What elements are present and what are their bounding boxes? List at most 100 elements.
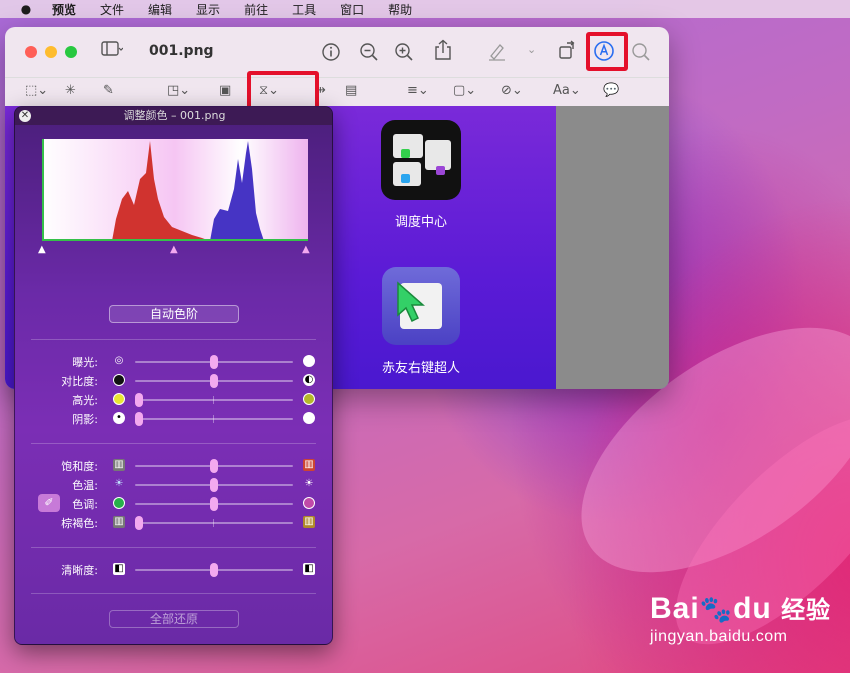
zoom-in-icon[interactable] [394, 42, 414, 66]
mission-control-icon[interactable] [381, 120, 461, 200]
line-style-icon[interactable]: ≡⌄ [407, 83, 429, 98]
reset-all-button[interactable]: 全部还原 [109, 610, 239, 628]
slider-thumb[interactable] [210, 355, 218, 369]
slider-center-tick [213, 519, 214, 527]
eyedropper-icon[interactable]: ✐ [38, 494, 60, 512]
page-layout-icon[interactable]: ▤ [345, 83, 357, 98]
text-style-button[interactable]: Aa⌄ [553, 83, 581, 98]
highlight-icon[interactable] [487, 41, 507, 65]
magic-select-icon[interactable]: ✳ [65, 83, 76, 98]
slider-thumb[interactable] [210, 374, 218, 388]
highlights-max-icon [303, 393, 315, 405]
histogram [42, 139, 308, 241]
slider-label: 色调: [72, 498, 98, 511]
share-icon[interactable] [433, 39, 453, 65]
divider [31, 339, 316, 340]
tint-slider[interactable] [135, 497, 293, 511]
shadows-max-icon [303, 412, 315, 424]
watermark-brand: Bai [650, 592, 700, 625]
text-icon[interactable]: ▣ [219, 83, 231, 98]
slider-label: 饱和度: [61, 460, 98, 473]
zoom-button[interactable] [65, 46, 77, 58]
zoom-out-icon[interactable] [359, 42, 379, 66]
sharpness-max-icon: ◧ [303, 563, 315, 575]
slider-row-tint: 色调: [15, 495, 332, 513]
app-label: 赤友右键超人 [381, 361, 460, 376]
gamma-handle[interactable]: ▲ [170, 244, 178, 255]
slider-thumb[interactable] [135, 516, 143, 530]
auto-levels-button[interactable]: 自动色阶 [109, 305, 239, 323]
contrast-min-icon [113, 374, 125, 386]
adjust-color-panel: 调整颜色 – 001.png ✕ ▲ ▲ ▲ 自动色阶 曝光: ◎ 对比度: ◐ 高光:… [14, 106, 333, 645]
menu-help[interactable]: 帮助 [388, 1, 412, 18]
menu-view[interactable]: 显示 [196, 1, 220, 18]
sepia-min-icon: ▥ [113, 516, 125, 528]
slider-thumb[interactable] [210, 459, 218, 473]
slider-row-sharpness: 清晰度: ◧ ◧ [15, 561, 332, 579]
shadows-min-icon: • [113, 412, 125, 424]
slider-row-shadows: 阴影: • [15, 410, 332, 428]
exposure-max-icon [303, 355, 315, 367]
highlights-slider[interactable] [135, 393, 293, 407]
slider-thumb[interactable] [210, 478, 218, 492]
white-point-handle[interactable]: ▲ [302, 244, 310, 255]
divider [31, 593, 316, 594]
minimize-button[interactable] [45, 46, 57, 58]
menu-go[interactable]: 前往 [244, 1, 268, 18]
divider [31, 547, 316, 548]
slider-label: 高光: [72, 394, 98, 407]
window-title: 001.png [149, 43, 214, 59]
menu-edit[interactable]: 编辑 [148, 1, 172, 18]
selection-icon[interactable]: ⬚⌄ [25, 83, 48, 98]
slider-label: 对比度: [61, 375, 98, 388]
slider-label: 色温: [72, 479, 98, 492]
chevron-down-icon[interactable]: ⌄ [527, 43, 536, 56]
highlights-min-icon [113, 393, 125, 405]
sepia-slider[interactable] [135, 516, 293, 530]
exposure-slider[interactable] [135, 355, 293, 369]
right-click-app-icon[interactable] [382, 267, 460, 345]
tint-max-icon [303, 497, 315, 509]
slider-thumb[interactable] [210, 563, 218, 577]
annotate-icon[interactable]: 💬 [603, 83, 619, 98]
rotate-icon[interactable] [558, 40, 578, 64]
saturation-max-icon: ▥ [303, 459, 315, 471]
slider-row-temperature: 色温: ☀ ☀ [15, 476, 332, 494]
border-color-icon[interactable]: ▢⌄ [453, 83, 476, 98]
fill-color-icon[interactable]: ⊘⌄ [501, 83, 523, 98]
info-icon[interactable] [321, 42, 341, 66]
app-label: 调度中心 [394, 215, 447, 230]
temperature-slider[interactable] [135, 478, 293, 492]
shadows-slider[interactable] [135, 412, 293, 426]
text-style-label: Aa [553, 83, 570, 98]
slider-row-exposure: 曝光: ◎ [15, 353, 332, 371]
slider-label: 棕褐色: [61, 517, 98, 530]
saturation-slider[interactable] [135, 459, 293, 473]
apple-menu-icon[interactable]: ● [18, 2, 34, 16]
slider-center-tick [213, 415, 214, 423]
black-point-handle[interactable]: ▲ [38, 244, 46, 255]
highlight-box-markup [586, 32, 628, 71]
menu-tools[interactable]: 工具 [292, 1, 316, 18]
slider-thumb[interactable] [135, 412, 143, 426]
contrast-slider[interactable] [135, 374, 293, 388]
sidebar-icon[interactable] [101, 41, 124, 61]
watermark-cn: 经验 [781, 597, 832, 624]
sketch-icon[interactable]: ✎ [103, 83, 114, 98]
shapes-icon[interactable]: ◳⌄ [167, 83, 190, 98]
tint-min-icon [113, 497, 125, 509]
panel-close-icon[interactable]: ✕ [19, 110, 31, 122]
slider-label: 曝光: [72, 356, 98, 369]
menu-window[interactable]: 窗口 [340, 1, 364, 18]
menu-preview[interactable]: 预览 [52, 1, 76, 18]
markup-toolbar: ⬚⌄ ✳ ✎ ◳⌄ ▣ ⧖⌄ ⇹ ▤ ≡⌄ ▢⌄ ⊘⌄ Aa⌄ 💬 [5, 77, 669, 105]
slider-thumb[interactable] [135, 393, 143, 407]
contrast-max-icon: ◐ [303, 374, 315, 386]
temperature-min-icon: ☀ [114, 478, 124, 489]
close-button[interactable] [25, 46, 37, 58]
slider-thumb[interactable] [210, 497, 218, 511]
search-icon[interactable] [631, 42, 651, 66]
watermark-url: jingyan.baidu.com [650, 628, 788, 645]
sharpness-slider[interactable] [135, 563, 293, 577]
menu-file[interactable]: 文件 [100, 1, 124, 18]
